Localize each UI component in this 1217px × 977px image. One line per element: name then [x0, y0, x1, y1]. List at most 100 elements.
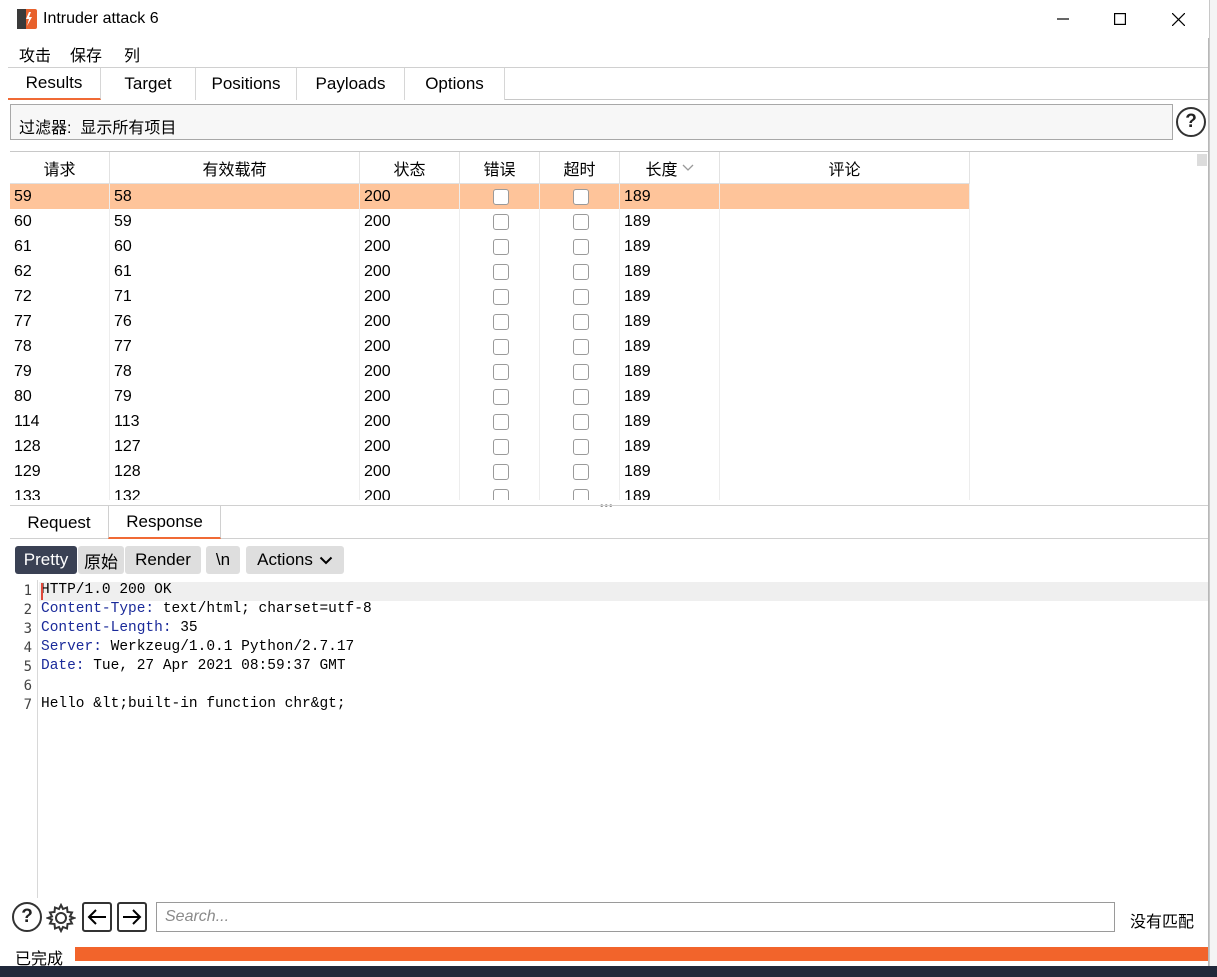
tab-positions[interactable]: Positions [196, 68, 297, 100]
cell-status: 200 [360, 284, 460, 309]
menu-columns[interactable]: 列 [124, 42, 140, 66]
cell-request: 114 [10, 409, 110, 434]
previous-match-button[interactable] [82, 902, 112, 932]
menu-save[interactable]: 保存 [70, 42, 102, 66]
table-row[interactable]: 77 76 200 189 [10, 309, 970, 334]
filter-bar[interactable]: 过滤器: 显示所有项目 [10, 104, 1173, 140]
cell-status: 200 [360, 434, 460, 459]
line-number: 1 [23, 583, 32, 599]
cell-length: 189 [620, 284, 720, 309]
table-row[interactable]: 72 71 200 189 [10, 284, 970, 309]
cell-length: 189 [620, 359, 720, 384]
cell-length: 189 [620, 209, 720, 234]
line-text: 35 [171, 620, 198, 636]
maximize-button[interactable] [1091, 0, 1149, 38]
raw-button[interactable]: 原始 [78, 546, 124, 574]
table-row[interactable]: 80 79 200 189 [10, 384, 970, 409]
attack-progress-bar [75, 947, 1208, 961]
cell-timeout [540, 309, 620, 334]
cell-timeout [540, 284, 620, 309]
cell-request: 60 [10, 209, 110, 234]
table-row[interactable]: 79 78 200 189 [10, 359, 970, 384]
close-button[interactable] [1149, 0, 1207, 38]
table-row[interactable]: 59 58 200 189 [10, 184, 970, 209]
cell-error [460, 209, 540, 234]
table-row[interactable]: 133 132 200 189 [10, 484, 970, 500]
cell-payload: 58 [110, 184, 360, 209]
col-error[interactable]: 错误 [460, 152, 540, 184]
table-row[interactable]: 61 60 200 189 [10, 234, 970, 259]
arrow-right-icon [123, 909, 142, 925]
tab-response[interactable]: Response [108, 506, 221, 539]
error-checkbox [493, 314, 509, 330]
timeout-checkbox [573, 314, 589, 330]
newline-toggle-button[interactable]: \n [206, 546, 240, 574]
col-timeout[interactable]: 超时 [540, 152, 620, 184]
timeout-checkbox [573, 389, 589, 405]
cell-status: 200 [360, 409, 460, 434]
col-request[interactable]: 请求 [10, 152, 110, 184]
cell-request: 80 [10, 384, 110, 409]
cell-status: 200 [360, 309, 460, 334]
next-match-button[interactable] [117, 902, 147, 932]
editor-help-icon[interactable]: ? [12, 902, 42, 932]
line-text: Werkzeug/1.0.1 Python/2.7.17 [101, 639, 355, 655]
tab-request[interactable]: Request [10, 506, 108, 539]
table-row[interactable]: 114 113 200 189 [10, 409, 970, 434]
cell-length: 189 [620, 184, 720, 209]
col-status[interactable]: 状态 [360, 152, 460, 184]
timeout-checkbox [573, 214, 589, 230]
cell-comment [720, 409, 970, 434]
table-row[interactable]: 62 61 200 189 [10, 259, 970, 284]
cell-request: 77 [10, 309, 110, 334]
status-bar: 已完成 [8, 940, 1209, 968]
code-line: Hello &lt;built-in function chr&gt; [41, 696, 346, 712]
cell-payload: 76 [110, 309, 360, 334]
help-icon[interactable]: ? [1176, 107, 1206, 137]
col-payload[interactable]: 有效载荷 [110, 152, 360, 184]
tab-target[interactable]: Target [101, 68, 196, 100]
tab-options[interactable]: Options [405, 68, 505, 100]
cell-request: 61 [10, 234, 110, 259]
cell-timeout [540, 334, 620, 359]
intruder-window: Intruder attack 6 攻击 保存 列 Results Target… [0, 0, 1209, 968]
cell-timeout [540, 359, 620, 384]
menu-attack[interactable]: 攻击 [19, 42, 51, 66]
line-number: 2 [23, 602, 32, 618]
cell-comment [720, 209, 970, 234]
timeout-checkbox [573, 364, 589, 380]
cell-status: 200 [360, 484, 460, 500]
search-input[interactable] [156, 902, 1115, 932]
cell-error [460, 484, 540, 500]
tab-payloads[interactable]: Payloads [297, 68, 405, 100]
table-row[interactable]: 129 128 200 189 [10, 459, 970, 484]
table-row[interactable]: 128 127 200 189 [10, 434, 970, 459]
minimize-button[interactable] [1034, 0, 1092, 38]
search-result-count: 没有匹配 [1130, 914, 1195, 931]
table-scroll-thumb[interactable] [1197, 154, 1207, 166]
timeout-checkbox [573, 414, 589, 430]
table-row[interactable]: 78 77 200 189 [10, 334, 970, 359]
col-comment[interactable]: 评论 [720, 152, 970, 184]
col-length[interactable]: 长度 [620, 152, 720, 184]
cell-error [460, 309, 540, 334]
cell-status: 200 [360, 359, 460, 384]
cell-comment [720, 259, 970, 284]
response-editor[interactable]: 1 2 3 4 5 6 7 HTTP/1.0 200 OK Content-Type: tex… [10, 580, 1208, 898]
pretty-button[interactable]: Pretty [15, 546, 77, 574]
cell-status: 200 [360, 459, 460, 484]
render-button[interactable]: Render [125, 546, 201, 574]
table-header: 请求 有效载荷 状态 错误 超时 长度 评论 [10, 152, 970, 184]
current-line-highlight [39, 582, 1208, 601]
header-name: Content-Length: [41, 620, 172, 636]
error-checkbox [493, 289, 509, 305]
status-text: 已完成 [15, 951, 64, 968]
table-scrollbar[interactable] [1195, 152, 1208, 500]
actions-button[interactable]: Actions [246, 546, 344, 574]
tab-results[interactable]: Results [8, 68, 101, 100]
cell-comment [720, 234, 970, 259]
background-desktop [0, 966, 1217, 977]
settings-gear-icon[interactable] [45, 902, 77, 934]
table-row[interactable]: 60 59 200 189 [10, 209, 970, 234]
cell-timeout [540, 234, 620, 259]
